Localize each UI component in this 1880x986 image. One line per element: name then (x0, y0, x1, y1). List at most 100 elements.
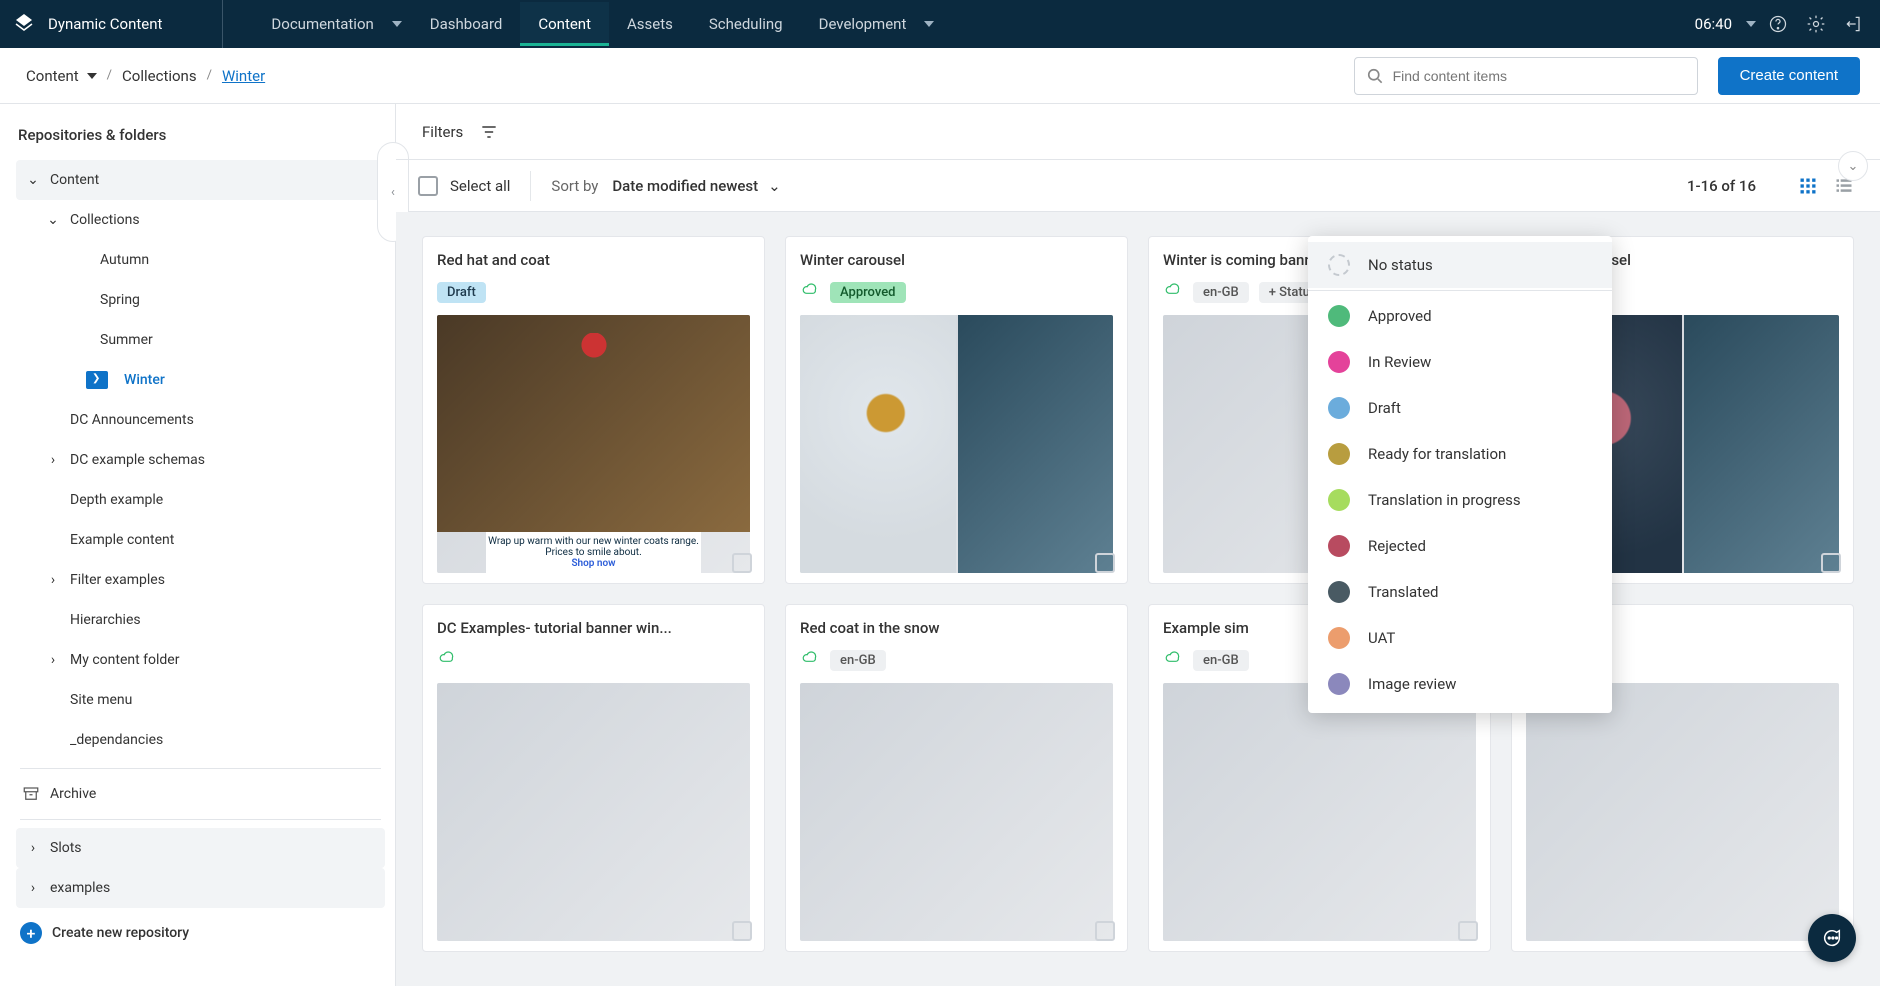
tree-example-content[interactable]: Example content (16, 520, 385, 560)
card-checkbox[interactable] (1458, 921, 1478, 941)
card-checkbox[interactable] (1095, 553, 1115, 573)
select-all-checkbox[interactable] (418, 176, 438, 196)
tree-item-label: Slots (50, 840, 82, 856)
help-icon[interactable] (1762, 8, 1794, 40)
search-input-container[interactable] (1354, 57, 1698, 95)
tree-item-label: _dependancies (70, 732, 163, 748)
card-thumbnail: Wrap up warm with our new winter coats r… (437, 315, 750, 573)
nav-documentation[interactable]: Documentation (253, 2, 411, 46)
breadcrumb-collections[interactable]: Collections (122, 67, 197, 85)
status-dot-icon (1328, 673, 1350, 695)
search-input[interactable] (1393, 68, 1687, 84)
tree-item-label: Example content (70, 532, 174, 548)
breadcrumb-sep: / (207, 68, 212, 83)
chat-fab-icon[interactable] (1808, 914, 1856, 962)
status-badge: Approved (830, 282, 906, 303)
chevron-down-icon (392, 21, 402, 27)
status-option-uat[interactable]: UAT (1308, 615, 1612, 661)
card-thumbnail (800, 315, 1113, 573)
status-dot-icon (1328, 581, 1350, 603)
card-title: Red coat in the snow (800, 619, 1113, 637)
tree-autumn[interactable]: Autumn (16, 240, 385, 280)
content-card[interactable]: DC Examples- tutorial banner win... (422, 604, 765, 952)
tree-slots[interactable]: ›Slots (16, 828, 385, 868)
status-option-draft[interactable]: Draft (1308, 385, 1612, 431)
expand-icon[interactable]: ⌄ (1838, 151, 1868, 181)
status-option-trans-prog[interactable]: Translation in progress (1308, 477, 1612, 523)
tree-spring[interactable]: Spring (16, 280, 385, 320)
chevron-down-icon: ⌄ (768, 177, 781, 195)
card-thumbnail (1163, 683, 1476, 941)
cloud-icon (800, 650, 820, 670)
status-option-none[interactable]: No status (1308, 242, 1612, 288)
tree-hierarchies[interactable]: Hierarchies (16, 600, 385, 640)
status-option-label: UAT (1368, 629, 1395, 647)
gear-icon[interactable] (1800, 8, 1832, 40)
card-title: Red hat and coat (437, 251, 750, 269)
breadcrumb-root[interactable]: Content (26, 67, 97, 85)
tree-item-label: examples (50, 880, 110, 896)
filter-icon[interactable] (479, 122, 499, 142)
status-option-approved[interactable]: Approved (1308, 293, 1612, 339)
nav-assets[interactable]: Assets (609, 2, 691, 46)
status-option-in-review[interactable]: In Review (1308, 339, 1612, 385)
tree-site-menu[interactable]: Site menu (16, 680, 385, 720)
status-option-image-review[interactable]: Image review (1308, 661, 1612, 707)
clock-time: 06:40 (1695, 15, 1732, 33)
nav-development[interactable]: Development (801, 2, 945, 46)
create-repository-button[interactable]: +Create new repository (16, 914, 385, 952)
select-all-label: Select all (450, 177, 510, 195)
nav-dashboard[interactable]: Dashboard (412, 2, 521, 46)
card-checkbox[interactable] (1095, 921, 1115, 941)
grid-view-icon[interactable] (1794, 172, 1822, 200)
content-card[interactable]: Winter carousel Approved (785, 236, 1128, 584)
tree-summer[interactable]: Summer (16, 320, 385, 360)
tree-depth[interactable]: Depth example (16, 480, 385, 520)
status-option-label: Ready for translation (1368, 445, 1506, 463)
status-option-translated[interactable]: Translated (1308, 569, 1612, 615)
divider (530, 171, 531, 201)
nav-content[interactable]: Content (520, 2, 609, 46)
card-checkbox[interactable] (1821, 553, 1841, 573)
filters-label: Filters (422, 123, 463, 141)
tree-dc-ann[interactable]: DC Announcements (16, 400, 385, 440)
tree-content[interactable]: ⌄Content (16, 160, 385, 200)
status-option-ready-trans[interactable]: Ready for translation (1308, 431, 1612, 477)
status-dot-icon (1328, 305, 1350, 327)
sort-value-label: Date modified newest (612, 177, 758, 195)
breadcrumb-current[interactable]: Winter (222, 67, 265, 85)
tree-collections[interactable]: ⌄Collections (16, 200, 385, 240)
tree-deps[interactable]: _dependancies (16, 720, 385, 760)
top-navigation: Dynamic Content Documentation Dashboard … (0, 0, 1880, 48)
breadcrumb-sep: / (107, 68, 112, 83)
status-dot-icon (1328, 351, 1350, 373)
status-dot-icon (1328, 443, 1350, 465)
cloud-icon (1163, 282, 1183, 302)
content-card[interactable]: Red hat and coat Draft Wrap up warm with… (422, 236, 765, 584)
sort-dropdown[interactable]: Date modified newest ⌄ (612, 177, 780, 195)
tree-examples[interactable]: › examples (16, 868, 385, 908)
breadcrumb-root-label: Content (26, 67, 79, 85)
card-checkbox[interactable] (732, 921, 752, 941)
tree-item-label: Depth example (70, 492, 163, 508)
locale-badge: en-GB (1193, 282, 1249, 303)
tree-content-label: Content (50, 172, 99, 188)
status-option-rejected[interactable]: Rejected (1308, 523, 1612, 569)
chevron-right-icon: › (46, 452, 60, 468)
logout-icon[interactable] (1838, 8, 1870, 40)
content-card[interactable]: Red coat in the snow en-GB (785, 604, 1128, 952)
status-option-label: Translation in progress (1368, 491, 1521, 509)
tree-winter[interactable]: Winter (16, 360, 385, 400)
cloud-icon (1163, 650, 1183, 670)
tree-dc-schemas[interactable]: ›DC example schemas (16, 440, 385, 480)
chevron-down-icon[interactable] (1746, 21, 1756, 27)
tree-item-label: Spring (100, 292, 140, 308)
card-checkbox[interactable] (732, 553, 752, 573)
chevron-right-icon: › (26, 880, 40, 896)
status-dot-icon (1328, 627, 1350, 649)
tree-filter-ex[interactable]: ›Filter examples (16, 560, 385, 600)
tree-my-folder[interactable]: ›My content folder (16, 640, 385, 680)
nav-scheduling[interactable]: Scheduling (691, 2, 801, 46)
archive-row[interactable]: Archive (16, 777, 385, 811)
create-content-button[interactable]: Create content (1718, 57, 1860, 95)
